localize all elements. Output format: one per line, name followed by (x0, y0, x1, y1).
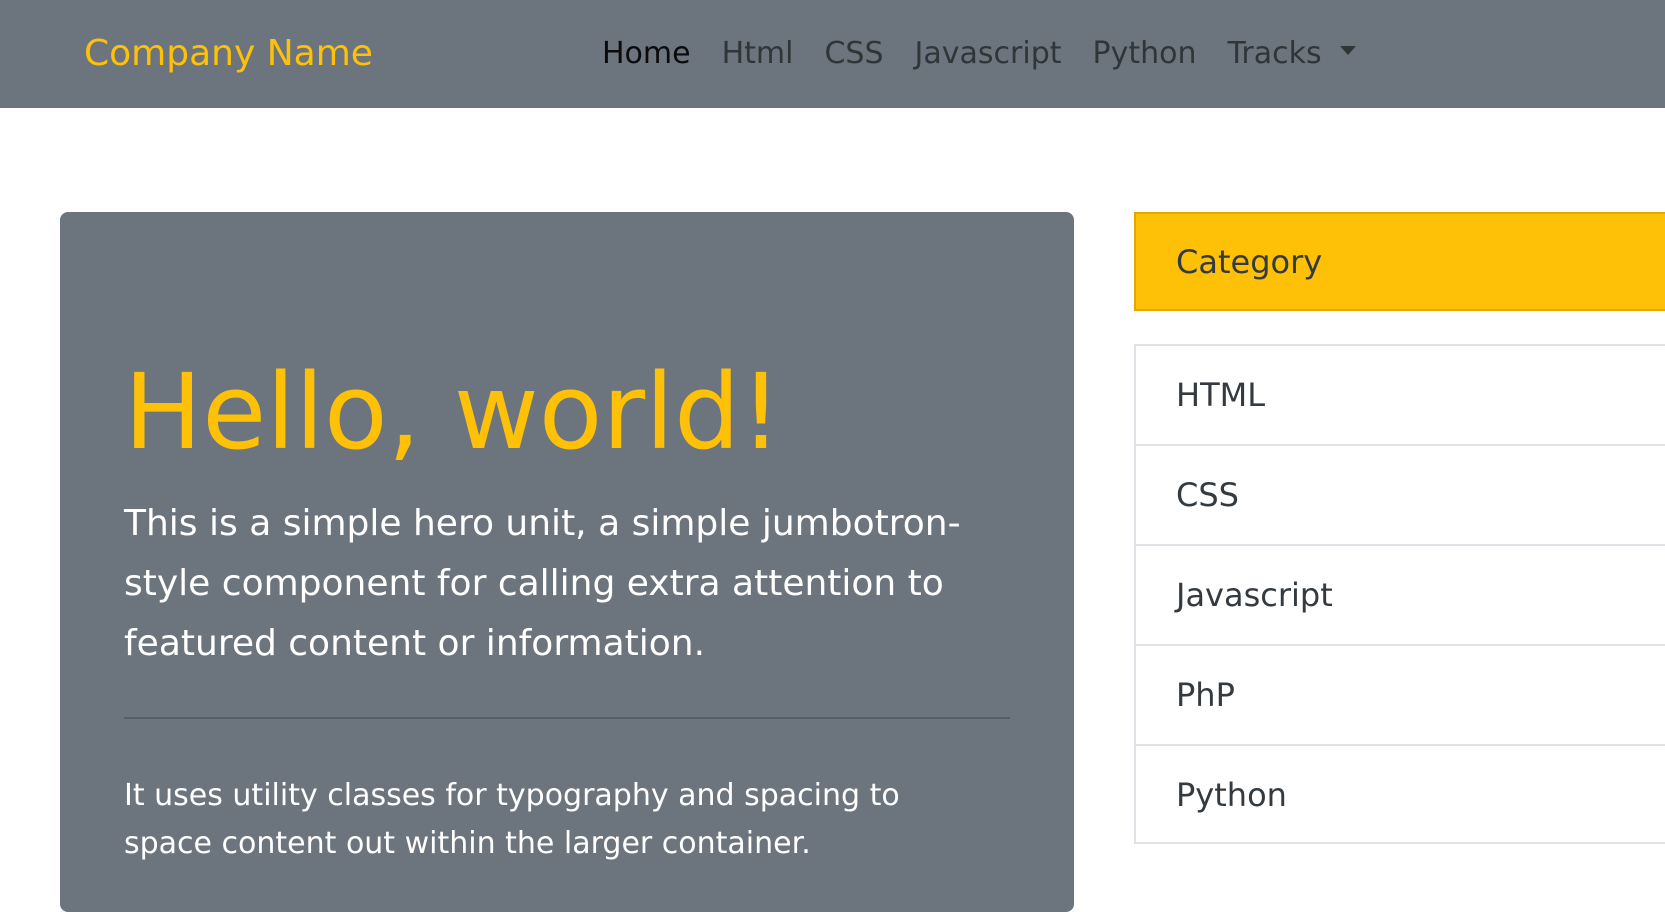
category-item-label: Javascript (1176, 576, 1333, 614)
brand-link[interactable]: Company Name (84, 30, 373, 78)
category-item-label: PhP (1176, 676, 1235, 714)
hero-text: It uses utility classes for typography a… (124, 778, 900, 861)
main-nav: Home Html CSS Javascript Python Tracks (602, 30, 1387, 78)
category-item-javascript[interactable]: Javascript (1136, 546, 1665, 646)
nav-link-css[interactable]: CSS (824, 30, 883, 78)
category-item-label: HTML (1176, 376, 1266, 414)
nav-link-javascript[interactable]: Javascript (915, 30, 1062, 78)
category-item-php[interactable]: PhP (1136, 646, 1665, 746)
nav-link-python[interactable]: Python (1093, 30, 1197, 78)
nav-dropdown-tracks-label: Tracks (1227, 36, 1322, 71)
nav-dropdown-tracks[interactable]: Tracks (1228, 30, 1356, 78)
category-item-html[interactable]: HTML (1136, 346, 1665, 446)
category-header: Category (1134, 212, 1665, 311)
hero-jumbotron: Hello, world! This is a simple hero unit… (60, 212, 1074, 912)
category-item-label: Python (1176, 776, 1287, 814)
caret-down-icon (1339, 46, 1356, 55)
top-navbar: Company Name Home Html CSS Javascript Py… (0, 0, 1665, 108)
hero-title: Hello, world! (124, 351, 782, 473)
nav-link-home[interactable]: Home (602, 30, 691, 78)
hero-divider (124, 717, 1010, 719)
hero-lead: This is a simple hero unit, a simple jum… (124, 503, 961, 664)
category-header-label: Category (1176, 243, 1323, 281)
category-item-label: CSS (1176, 476, 1239, 514)
category-list: HTML CSS Javascript PhP Python (1134, 344, 1665, 844)
category-item-css[interactable]: CSS (1136, 446, 1665, 546)
category-item-python[interactable]: Python (1136, 746, 1665, 842)
nav-link-html[interactable]: Html (722, 30, 794, 78)
